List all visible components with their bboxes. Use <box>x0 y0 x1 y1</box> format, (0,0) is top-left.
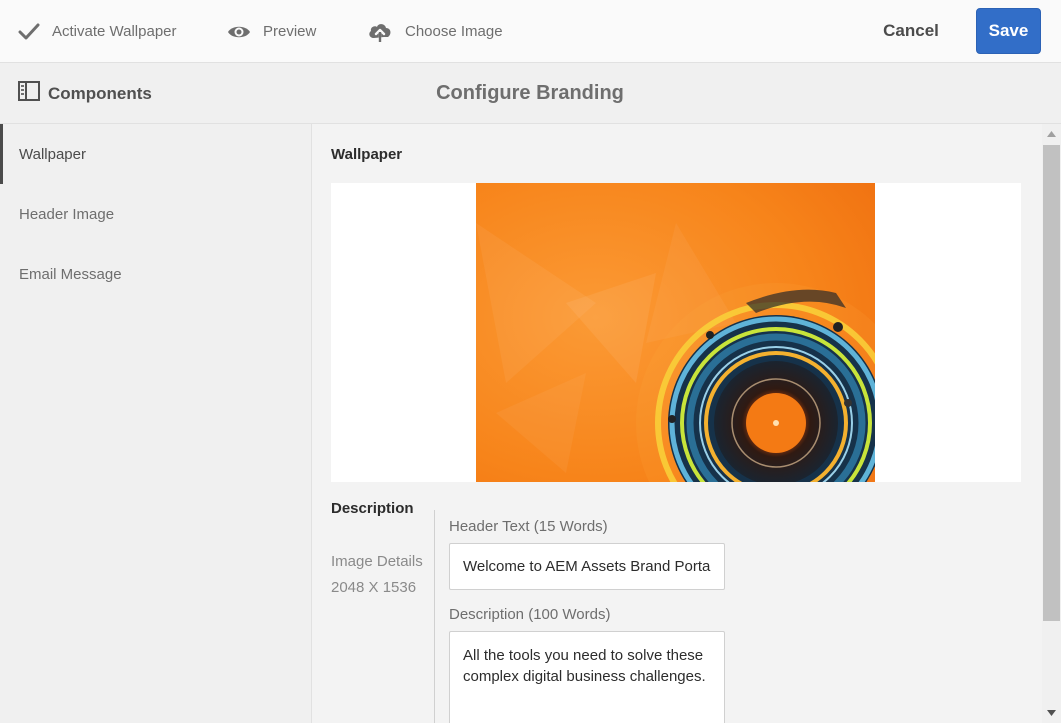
rail-panel-icon <box>18 81 40 106</box>
details-divider <box>434 510 435 723</box>
components-sidebar: Wallpaper Header Image Email Message <box>0 124 312 723</box>
description-label: Description (100 Words) <box>449 606 611 623</box>
image-details-value: 2048 X 1536 <box>331 579 417 596</box>
scroll-down-arrow-icon[interactable] <box>1042 703 1061 723</box>
wallpaper-image <box>476 183 875 482</box>
vertical-scrollbar[interactable] <box>1042 124 1061 723</box>
header-bar: Components Configure Branding <box>0 63 1061 124</box>
main-content: Wallpaper Description Image Details 2048… <box>312 124 1042 723</box>
activate-wallpaper-button[interactable]: Activate Wallpaper <box>18 0 177 63</box>
preview-label: Preview <box>263 23 317 40</box>
page-title: Configure Branding <box>436 82 624 104</box>
sidebar-item-email-message[interactable]: Email Message <box>0 244 311 304</box>
top-toolbar: Activate Wallpaper Preview Choose Image … <box>0 0 1061 63</box>
preview-button[interactable]: Preview <box>227 0 316 63</box>
scrollbar-thumb[interactable] <box>1043 145 1060 621</box>
activate-wallpaper-label: Activate Wallpaper <box>52 23 177 40</box>
choose-image-button[interactable]: Choose Image <box>367 0 503 63</box>
components-label: Components <box>48 83 152 103</box>
image-details-label: Image Details <box>331 553 423 570</box>
components-rail-toggle[interactable]: Components <box>18 63 152 124</box>
wallpaper-preview-frame <box>331 183 1021 482</box>
wallpaper-section-title: Wallpaper <box>331 146 403 163</box>
header-text-label: Header Text (15 Words) <box>449 518 608 535</box>
sidebar-item-header-image[interactable]: Header Image <box>0 184 311 244</box>
header-text-input[interactable] <box>449 543 725 590</box>
save-button[interactable]: Save <box>976 8 1041 54</box>
checkmark-icon <box>18 22 40 42</box>
sidebar-item-wallpaper[interactable]: Wallpaper <box>0 124 311 184</box>
cloud-upload-icon <box>367 21 393 43</box>
description-textarea[interactable]: All the tools you need to solve these co… <box>449 631 725 723</box>
cancel-button[interactable]: Cancel <box>871 8 951 54</box>
scroll-up-arrow-icon[interactable] <box>1042 124 1061 144</box>
description-section-title: Description <box>331 500 414 517</box>
choose-image-label: Choose Image <box>405 23 503 40</box>
eye-icon <box>227 24 251 40</box>
